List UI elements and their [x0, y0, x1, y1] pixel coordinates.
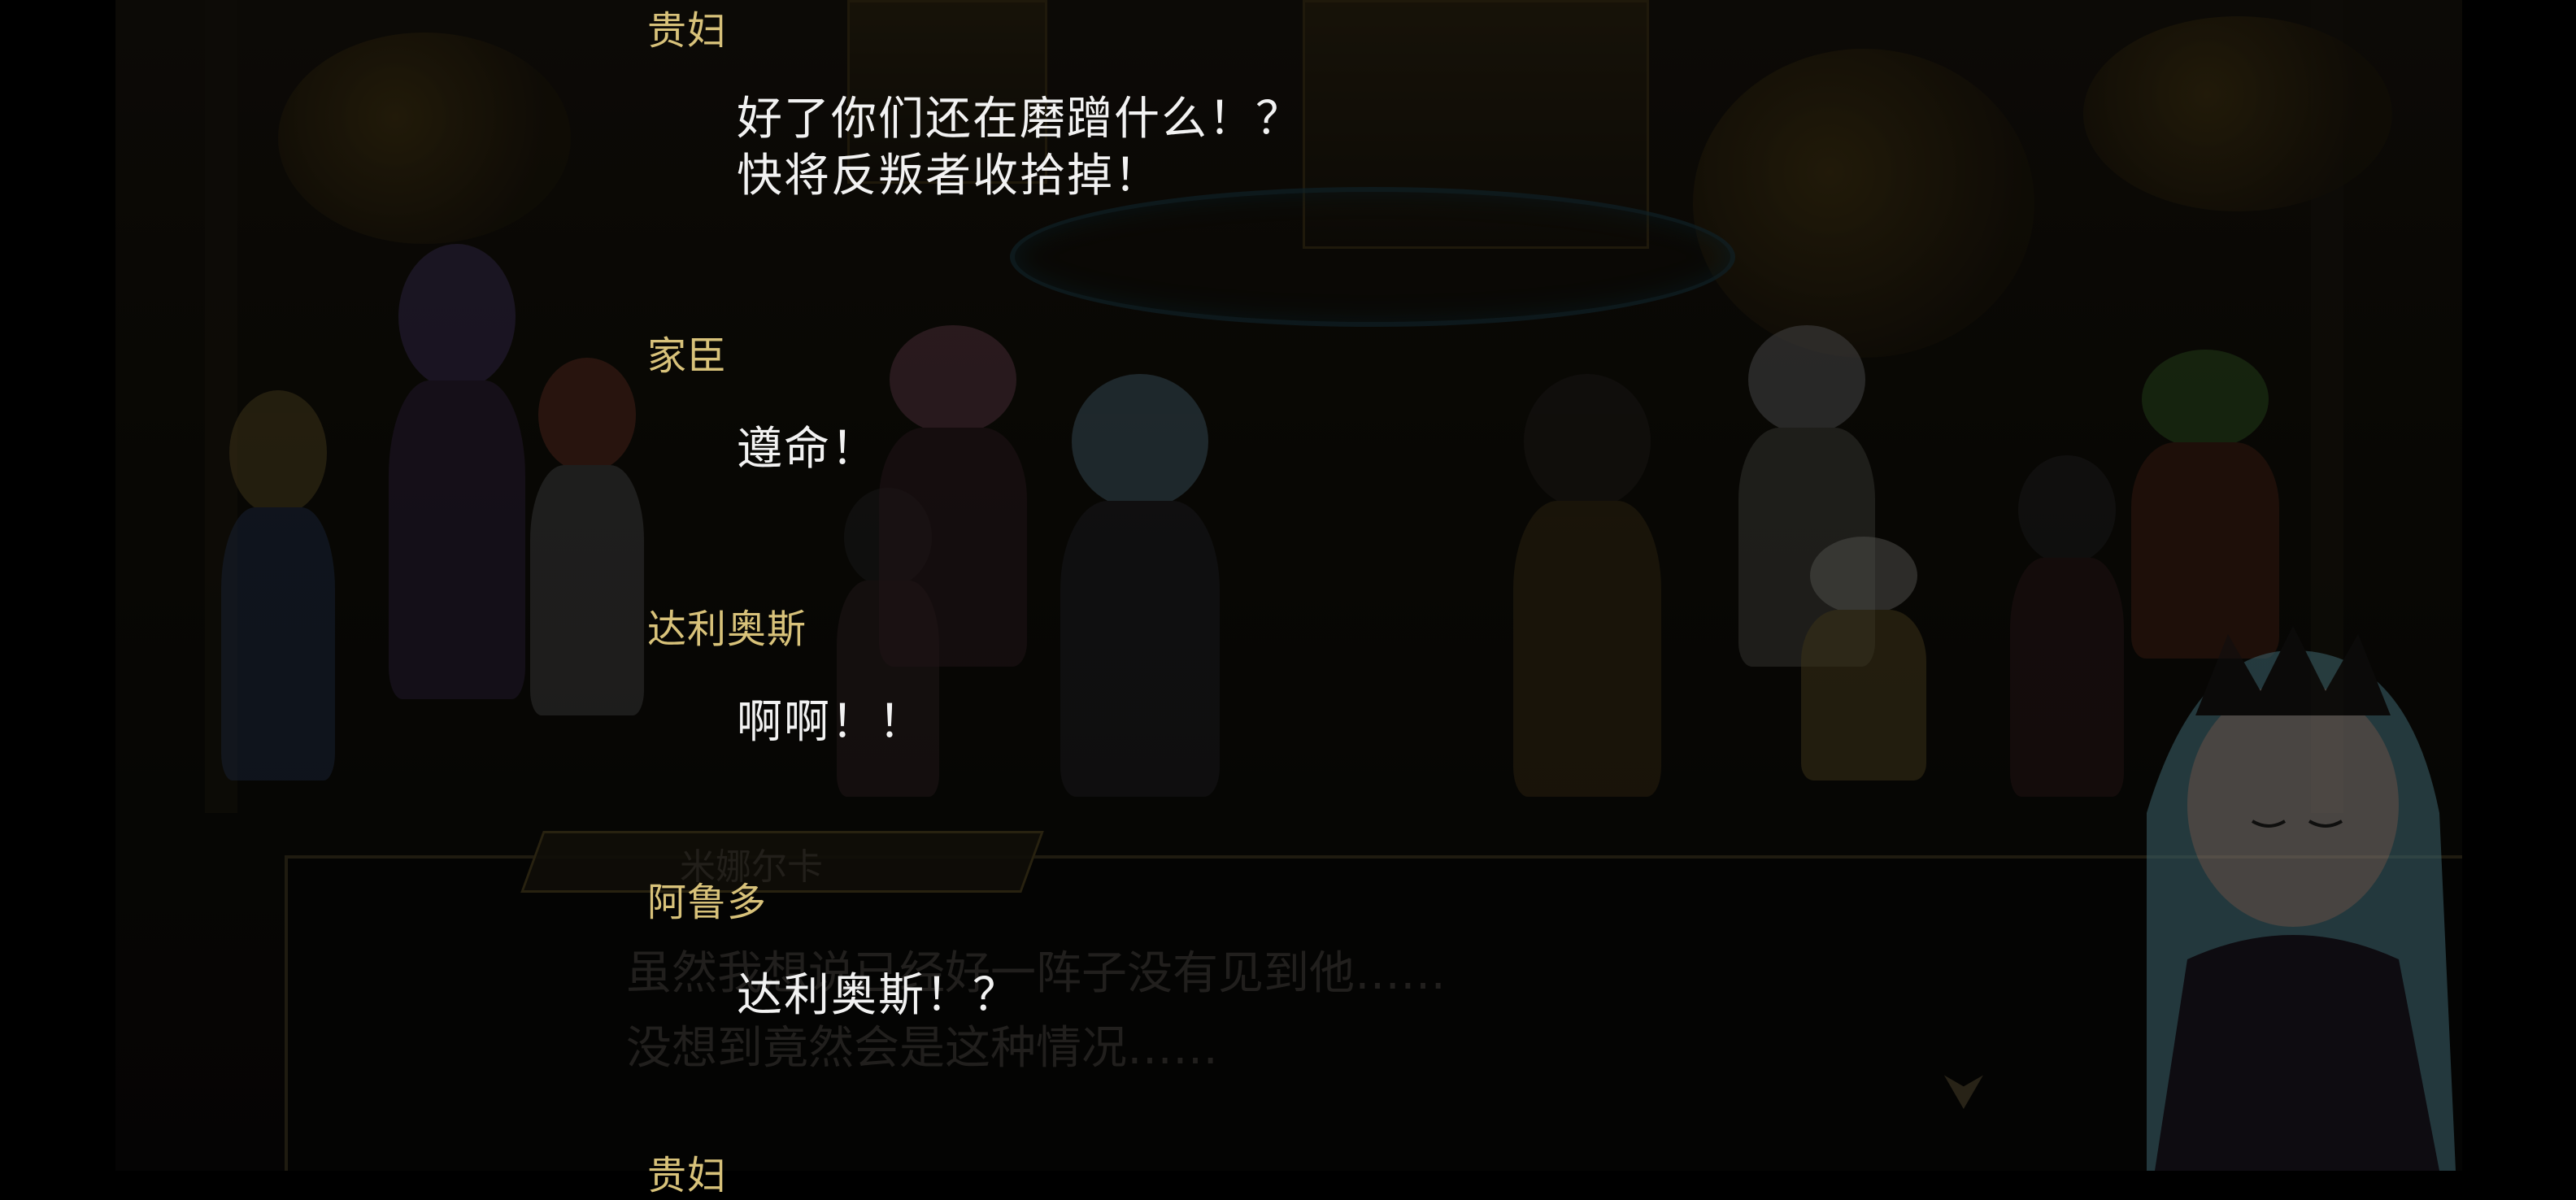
log-speaker: 阿鲁多: [647, 880, 768, 925]
log-line: 好了你们还在磨蹭什么！？: [737, 93, 1303, 146]
dialogue-log[interactable]: 贵妇 好了你们还在磨蹭什么！？ 快将反叛者收拾掉！ 家臣 遵命！ 达利奥斯 啊啊…: [0, 0, 2576, 1198]
log-speaker: 家臣: [647, 333, 728, 379]
log-line: 快将反叛者收拾掉！: [737, 150, 1161, 202]
log-speaker: 贵妇: [647, 8, 728, 54]
log-speaker: 达利奥斯: [647, 607, 807, 652]
log-line: 达利奥斯！？: [737, 969, 1020, 1022]
log-line: 遵命！: [737, 423, 878, 476]
log-line: 啊啊！！: [737, 696, 925, 749]
log-speaker: 贵妇: [647, 1153, 728, 1198]
